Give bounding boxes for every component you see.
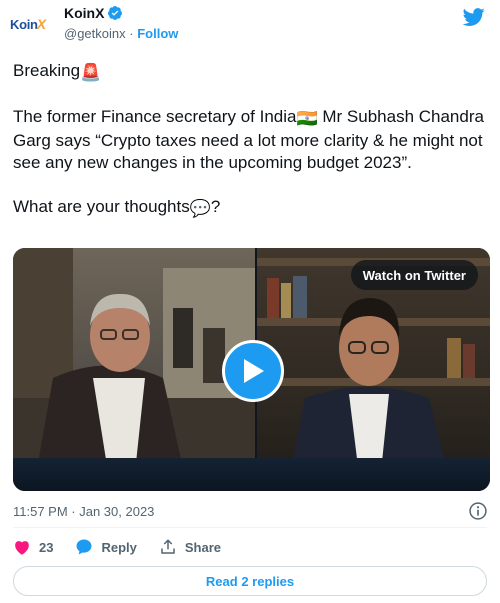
reply-bubble-icon	[76, 539, 92, 555]
video-lower-band	[13, 458, 490, 491]
video-media[interactable]: Watch on Twitter	[13, 248, 490, 491]
tweet-header: Koin X KoinX @getkoinx · Follow	[0, 0, 500, 48]
paragraph-start: The former Finance secretary of India	[13, 107, 297, 126]
reply-label: Reply	[101, 539, 137, 555]
india-flag-icon: 🇮🇳	[296, 109, 318, 128]
share-button[interactable]: Share	[159, 538, 221, 556]
logo-text: Koin	[10, 16, 38, 32]
author-handle[interactable]: @getkoinx	[64, 26, 126, 41]
question-end: ?	[210, 197, 221, 216]
tweet-line-breaking: Breaking🚨	[13, 60, 493, 84]
watch-on-twitter-button[interactable]: Watch on Twitter	[350, 260, 478, 290]
play-icon	[244, 359, 264, 383]
like-count: 23	[39, 539, 54, 555]
divider-line	[13, 527, 487, 528]
tweet-main-paragraph: The former Finance secretary of India🇮🇳 …	[13, 106, 493, 174]
koinx-logo-avatar[interactable]: Koin X	[10, 6, 58, 42]
breaking-text: Breaking	[13, 61, 81, 80]
heart-icon	[15, 541, 29, 555]
logo-accent: X	[36, 16, 47, 32]
twitter-bird-icon[interactable]	[462, 6, 486, 28]
tweet-actions: 23 Reply Share	[13, 534, 243, 560]
play-button[interactable]	[222, 340, 284, 402]
question-start: What are your thoughts	[13, 197, 190, 216]
read-replies-button[interactable]: Read 2 replies	[13, 566, 487, 596]
author-display-name[interactable]: KoinX	[64, 5, 104, 21]
tweet-timestamp[interactable]: 11:57 PM · Jan 30, 2023	[13, 504, 154, 519]
author-handle-row: @getkoinx · Follow	[64, 26, 178, 41]
siren-icon: 🚨	[80, 63, 102, 82]
share-label: Share	[184, 539, 222, 555]
reply-button[interactable]: Reply	[75, 538, 137, 556]
handle-separator: ·	[129, 26, 134, 41]
tweet-question: What are your thoughts💬?	[13, 196, 493, 220]
share-upload-icon	[161, 539, 175, 554]
author-name-row[interactable]: KoinX	[64, 5, 123, 21]
man-left-illustration	[13, 248, 255, 491]
video-left-frame	[13, 248, 255, 491]
speech-bubble-icon: 💬	[189, 199, 211, 218]
info-icon[interactable]	[468, 501, 488, 521]
like-button[interactable]: 23	[13, 539, 53, 555]
follow-link[interactable]: Follow	[137, 26, 178, 41]
tweet-body: Breaking🚨 The former Finance secretary o…	[13, 60, 493, 220]
verified-badge-icon	[108, 6, 123, 20]
